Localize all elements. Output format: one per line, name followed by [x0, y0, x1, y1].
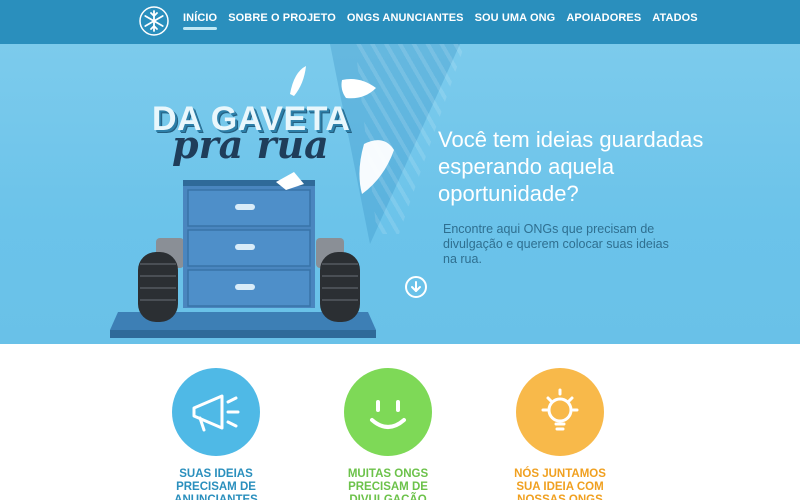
feature-circle: [344, 368, 432, 456]
hero-title-line2: pra rua: [172, 122, 329, 167]
feature-circle: [516, 368, 604, 456]
feature-label: MUITAS ONGS PRECISAM DE DIVULGAÇÃO: [347, 468, 429, 500]
smile-icon: [370, 400, 406, 429]
nav-item-ongs-anunciantes[interactable]: ONGS ANUNCIANTES: [347, 12, 464, 30]
hero-section: DA GAVETA pra rua Você tem ideias guarda…: [0, 44, 800, 344]
feature-juntamos: NÓS JUNTAMOS SUA IDEIA COM NOSSAS ONGS: [505, 368, 615, 500]
hero-subtext: Encontre aqui ONGs que precisam de divul…: [443, 222, 669, 266]
feature-divulgacao: MUITAS ONGS PRECISAM DE DIVULGAÇÃO: [333, 368, 443, 500]
feature-circle: [172, 368, 260, 456]
snowflake-icon[interactable]: [139, 6, 169, 36]
megaphone-icon: [192, 394, 240, 432]
lightbulb-icon: [541, 388, 579, 431]
feature-label: SUAS IDEIAS PRECISAM DE ANUNCIANTES: [174, 468, 258, 500]
drawer-cart-illustration: [110, 172, 376, 338]
nav-item-inicio[interactable]: INÍCIO: [183, 12, 218, 30]
main-menu: INÍCIO SOBRE O PROJETO ONGS ANUNCIANTES …: [183, 12, 709, 30]
hero-headline: Você tem ideias guardadas esperando aque…: [438, 127, 704, 206]
nav-item-sobre-o-projeto[interactable]: SOBRE O PROJETO: [228, 12, 336, 30]
feature-anunciantes: SUAS IDEIAS PRECISAM DE ANUNCIANTES: [161, 368, 271, 500]
top-navigation-bar: INÍCIO SOBRE O PROJETO ONGS ANUNCIANTES …: [0, 0, 800, 44]
arrow-down-circle-icon: [411, 281, 421, 292]
nav-item-sou-uma-ong[interactable]: SOU UMA ONG: [475, 12, 556, 30]
nav-item-atados[interactable]: ATADOS: [652, 12, 697, 30]
nav-item-apoiadores[interactable]: APOIADORES: [566, 12, 641, 30]
scroll-down-button[interactable]: [405, 276, 427, 298]
feature-label: NÓS JUNTAMOS SUA IDEIA COM NOSSAS ONGS: [514, 468, 606, 500]
